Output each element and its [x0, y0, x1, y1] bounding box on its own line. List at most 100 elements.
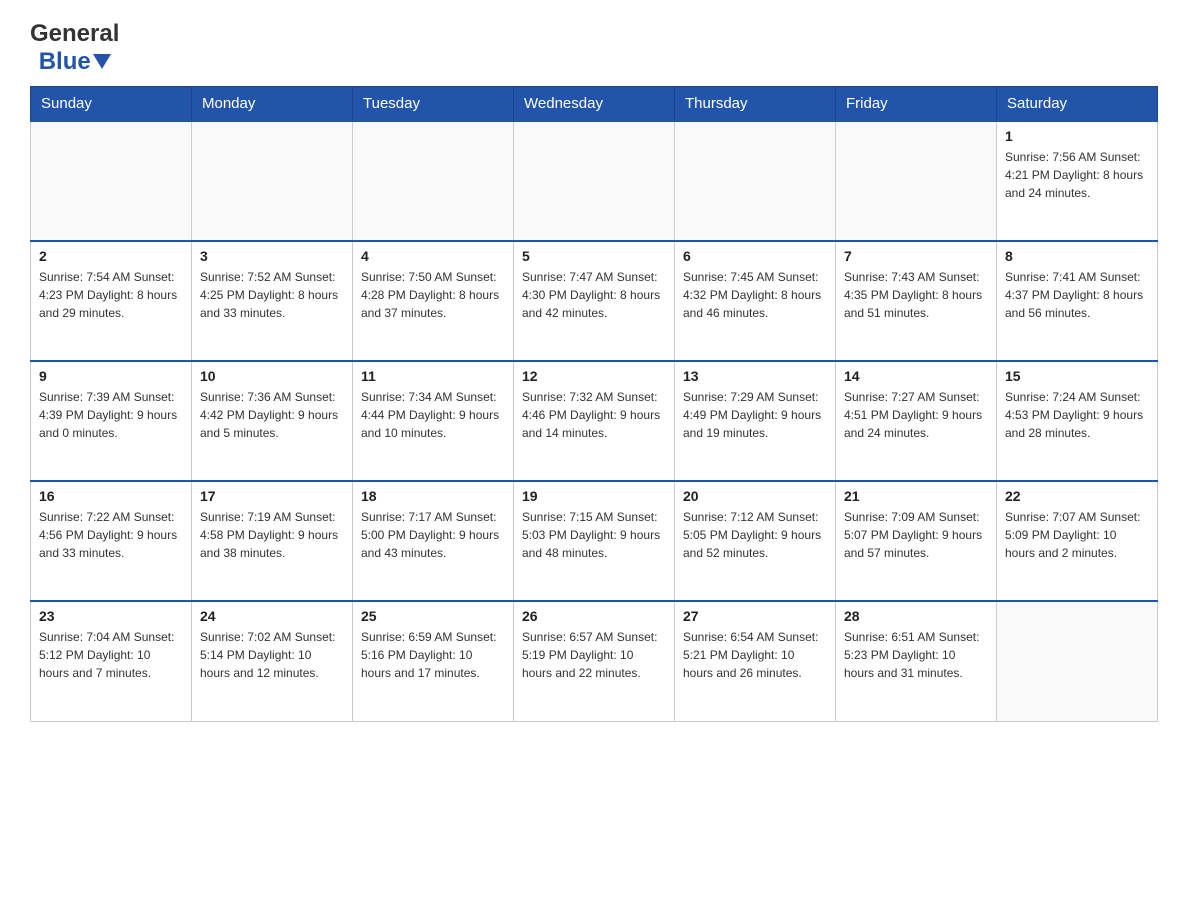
day-info: Sunrise: 7:04 AM Sunset: 5:12 PM Dayligh…	[39, 628, 183, 682]
day-info: Sunrise: 7:17 AM Sunset: 5:00 PM Dayligh…	[361, 508, 505, 562]
day-number: 3	[200, 248, 344, 264]
day-info: Sunrise: 7:56 AM Sunset: 4:21 PM Dayligh…	[1005, 148, 1149, 202]
calendar-cell	[514, 121, 675, 241]
calendar-cell: 1 Sunrise: 7:56 AM Sunset: 4:21 PM Daylig…	[997, 121, 1158, 241]
day-info: Sunrise: 7:47 AM Sunset: 4:30 PM Dayligh…	[522, 268, 666, 322]
day-info: Sunrise: 7:50 AM Sunset: 4:28 PM Dayligh…	[361, 268, 505, 322]
day-number: 20	[683, 488, 827, 504]
day-of-week-header: Sunday	[31, 87, 192, 122]
day-number: 9	[39, 368, 183, 384]
day-info: Sunrise: 7:15 AM Sunset: 5:03 PM Dayligh…	[522, 508, 666, 562]
calendar-cell: 13 Sunrise: 7:29 AM Sunset: 4:49 PM Dayli…	[675, 361, 836, 481]
day-number: 14	[844, 368, 988, 384]
calendar-cell	[353, 121, 514, 241]
day-info: Sunrise: 6:59 AM Sunset: 5:16 PM Dayligh…	[361, 628, 505, 682]
day-info: Sunrise: 7:52 AM Sunset: 4:25 PM Dayligh…	[200, 268, 344, 322]
calendar-cell: 16 Sunrise: 7:22 AM Sunset: 4:56 PM Dayli…	[31, 481, 192, 601]
calendar-cell: 11 Sunrise: 7:34 AM Sunset: 4:44 PM Dayli…	[353, 361, 514, 481]
day-info: Sunrise: 7:45 AM Sunset: 4:32 PM Dayligh…	[683, 268, 827, 322]
calendar-cell: 24 Sunrise: 7:02 AM Sunset: 5:14 PM Dayli…	[192, 601, 353, 721]
day-info: Sunrise: 7:34 AM Sunset: 4:44 PM Dayligh…	[361, 388, 505, 442]
day-info: Sunrise: 7:29 AM Sunset: 4:49 PM Dayligh…	[683, 388, 827, 442]
day-number: 4	[361, 248, 505, 264]
day-info: Sunrise: 7:24 AM Sunset: 4:53 PM Dayligh…	[1005, 388, 1149, 442]
day-of-week-header: Wednesday	[514, 87, 675, 122]
day-number: 6	[683, 248, 827, 264]
calendar-cell: 28Sunrise: 6:51 AM Sunset: 5:23 PM Dayli…	[836, 601, 997, 721]
calendar-cell: 25 Sunrise: 6:59 AM Sunset: 5:16 PM Dayli…	[353, 601, 514, 721]
day-info: Sunrise: 7:09 AM Sunset: 5:07 PM Dayligh…	[844, 508, 988, 562]
calendar-week-row: 1 Sunrise: 7:56 AM Sunset: 4:21 PM Daylig…	[31, 121, 1158, 241]
day-number: 23	[39, 608, 183, 624]
calendar-cell: 12 Sunrise: 7:32 AM Sunset: 4:46 PM Dayli…	[514, 361, 675, 481]
day-number: 19	[522, 488, 666, 504]
logo-general-text: General	[30, 20, 119, 48]
day-of-week-header: Friday	[836, 87, 997, 122]
day-info: Sunrise: 7:12 AM Sunset: 5:05 PM Dayligh…	[683, 508, 827, 562]
day-number: 5	[522, 248, 666, 264]
calendar-cell: 6 Sunrise: 7:45 AM Sunset: 4:32 PM Daylig…	[675, 241, 836, 361]
calendar-cell	[192, 121, 353, 241]
calendar-cell: 14Sunrise: 7:27 AM Sunset: 4:51 PM Dayli…	[836, 361, 997, 481]
day-info: Sunrise: 6:57 AM Sunset: 5:19 PM Dayligh…	[522, 628, 666, 682]
day-info: Sunrise: 7:43 AM Sunset: 4:35 PM Dayligh…	[844, 268, 988, 322]
day-number: 24	[200, 608, 344, 624]
day-info: Sunrise: 6:54 AM Sunset: 5:21 PM Dayligh…	[683, 628, 827, 682]
day-info: Sunrise: 7:32 AM Sunset: 4:46 PM Dayligh…	[522, 388, 666, 442]
day-info: Sunrise: 7:36 AM Sunset: 4:42 PM Dayligh…	[200, 388, 344, 442]
day-number: 21	[844, 488, 988, 504]
calendar-cell: 18 Sunrise: 7:17 AM Sunset: 5:00 PM Dayli…	[353, 481, 514, 601]
calendar-cell: 2 Sunrise: 7:54 AM Sunset: 4:23 PM Daylig…	[31, 241, 192, 361]
day-number: 18	[361, 488, 505, 504]
calendar-cell: 23 Sunrise: 7:04 AM Sunset: 5:12 PM Dayli…	[31, 601, 192, 721]
calendar-cell: 21 Sunrise: 7:09 AM Sunset: 5:07 PM Dayli…	[836, 481, 997, 601]
calendar-cell	[836, 121, 997, 241]
day-number: 10	[200, 368, 344, 384]
calendar-cell: 19 Sunrise: 7:15 AM Sunset: 5:03 PM Dayli…	[514, 481, 675, 601]
day-info: Sunrise: 7:07 AM Sunset: 5:09 PM Dayligh…	[1005, 508, 1149, 562]
logo-blue-text: Blue	[39, 48, 91, 76]
day-number: 15	[1005, 368, 1149, 384]
day-number: 2	[39, 248, 183, 264]
logo-icon: General Blue	[30, 20, 119, 76]
day-info: Sunrise: 7:41 AM Sunset: 4:37 PM Dayligh…	[1005, 268, 1149, 322]
page-header: General Blue	[30, 20, 1158, 76]
calendar-week-row: 23 Sunrise: 7:04 AM Sunset: 5:12 PM Dayli…	[31, 601, 1158, 721]
calendar-cell: 10 Sunrise: 7:36 AM Sunset: 4:42 PM Dayli…	[192, 361, 353, 481]
calendar-cell: 20 Sunrise: 7:12 AM Sunset: 5:05 PM Dayli…	[675, 481, 836, 601]
day-number: 12	[522, 368, 666, 384]
calendar-cell: 26Sunrise: 6:57 AM Sunset: 5:19 PM Dayli…	[514, 601, 675, 721]
day-info: Sunrise: 7:54 AM Sunset: 4:23 PM Dayligh…	[39, 268, 183, 322]
calendar-cell: 4 Sunrise: 7:50 AM Sunset: 4:28 PM Daylig…	[353, 241, 514, 361]
calendar-cell: 27 Sunrise: 6:54 AM Sunset: 5:21 PM Dayli…	[675, 601, 836, 721]
logo: General Blue	[30, 20, 121, 76]
calendar-cell: 17 Sunrise: 7:19 AM Sunset: 4:58 PM Dayli…	[192, 481, 353, 601]
day-number: 22	[1005, 488, 1149, 504]
calendar-cell	[997, 601, 1158, 721]
day-number: 16	[39, 488, 183, 504]
calendar-cell: 9 Sunrise: 7:39 AM Sunset: 4:39 PM Daylig…	[31, 361, 192, 481]
day-of-week-header: Saturday	[997, 87, 1158, 122]
day-number: 11	[361, 368, 505, 384]
day-of-week-header: Tuesday	[353, 87, 514, 122]
day-of-week-header: Monday	[192, 87, 353, 122]
calendar-cell	[675, 121, 836, 241]
day-info: Sunrise: 7:19 AM Sunset: 4:58 PM Dayligh…	[200, 508, 344, 562]
day-number: 17	[200, 488, 344, 504]
day-info: Sunrise: 7:39 AM Sunset: 4:39 PM Dayligh…	[39, 388, 183, 442]
day-number: 13	[683, 368, 827, 384]
calendar-cell: 22 Sunrise: 7:07 AM Sunset: 5:09 PM Dayli…	[997, 481, 1158, 601]
calendar-cell: 7 Sunrise: 7:43 AM Sunset: 4:35 PM Daylig…	[836, 241, 997, 361]
day-number: 27	[683, 608, 827, 624]
day-info: Sunrise: 6:51 AM Sunset: 5:23 PM Dayligh…	[844, 628, 988, 682]
day-number: 7	[844, 248, 988, 264]
day-info: Sunrise: 7:22 AM Sunset: 4:56 PM Dayligh…	[39, 508, 183, 562]
day-of-week-header: Thursday	[675, 87, 836, 122]
day-info: Sunrise: 7:02 AM Sunset: 5:14 PM Dayligh…	[200, 628, 344, 682]
day-number: 1	[1005, 128, 1149, 144]
calendar-table: SundayMondayTuesdayWednesdayThursdayFrid…	[30, 86, 1158, 722]
day-number: 8	[1005, 248, 1149, 264]
calendar-week-row: 9 Sunrise: 7:39 AM Sunset: 4:39 PM Daylig…	[31, 361, 1158, 481]
calendar-header-row: SundayMondayTuesdayWednesdayThursdayFrid…	[31, 87, 1158, 122]
day-number: 25	[361, 608, 505, 624]
